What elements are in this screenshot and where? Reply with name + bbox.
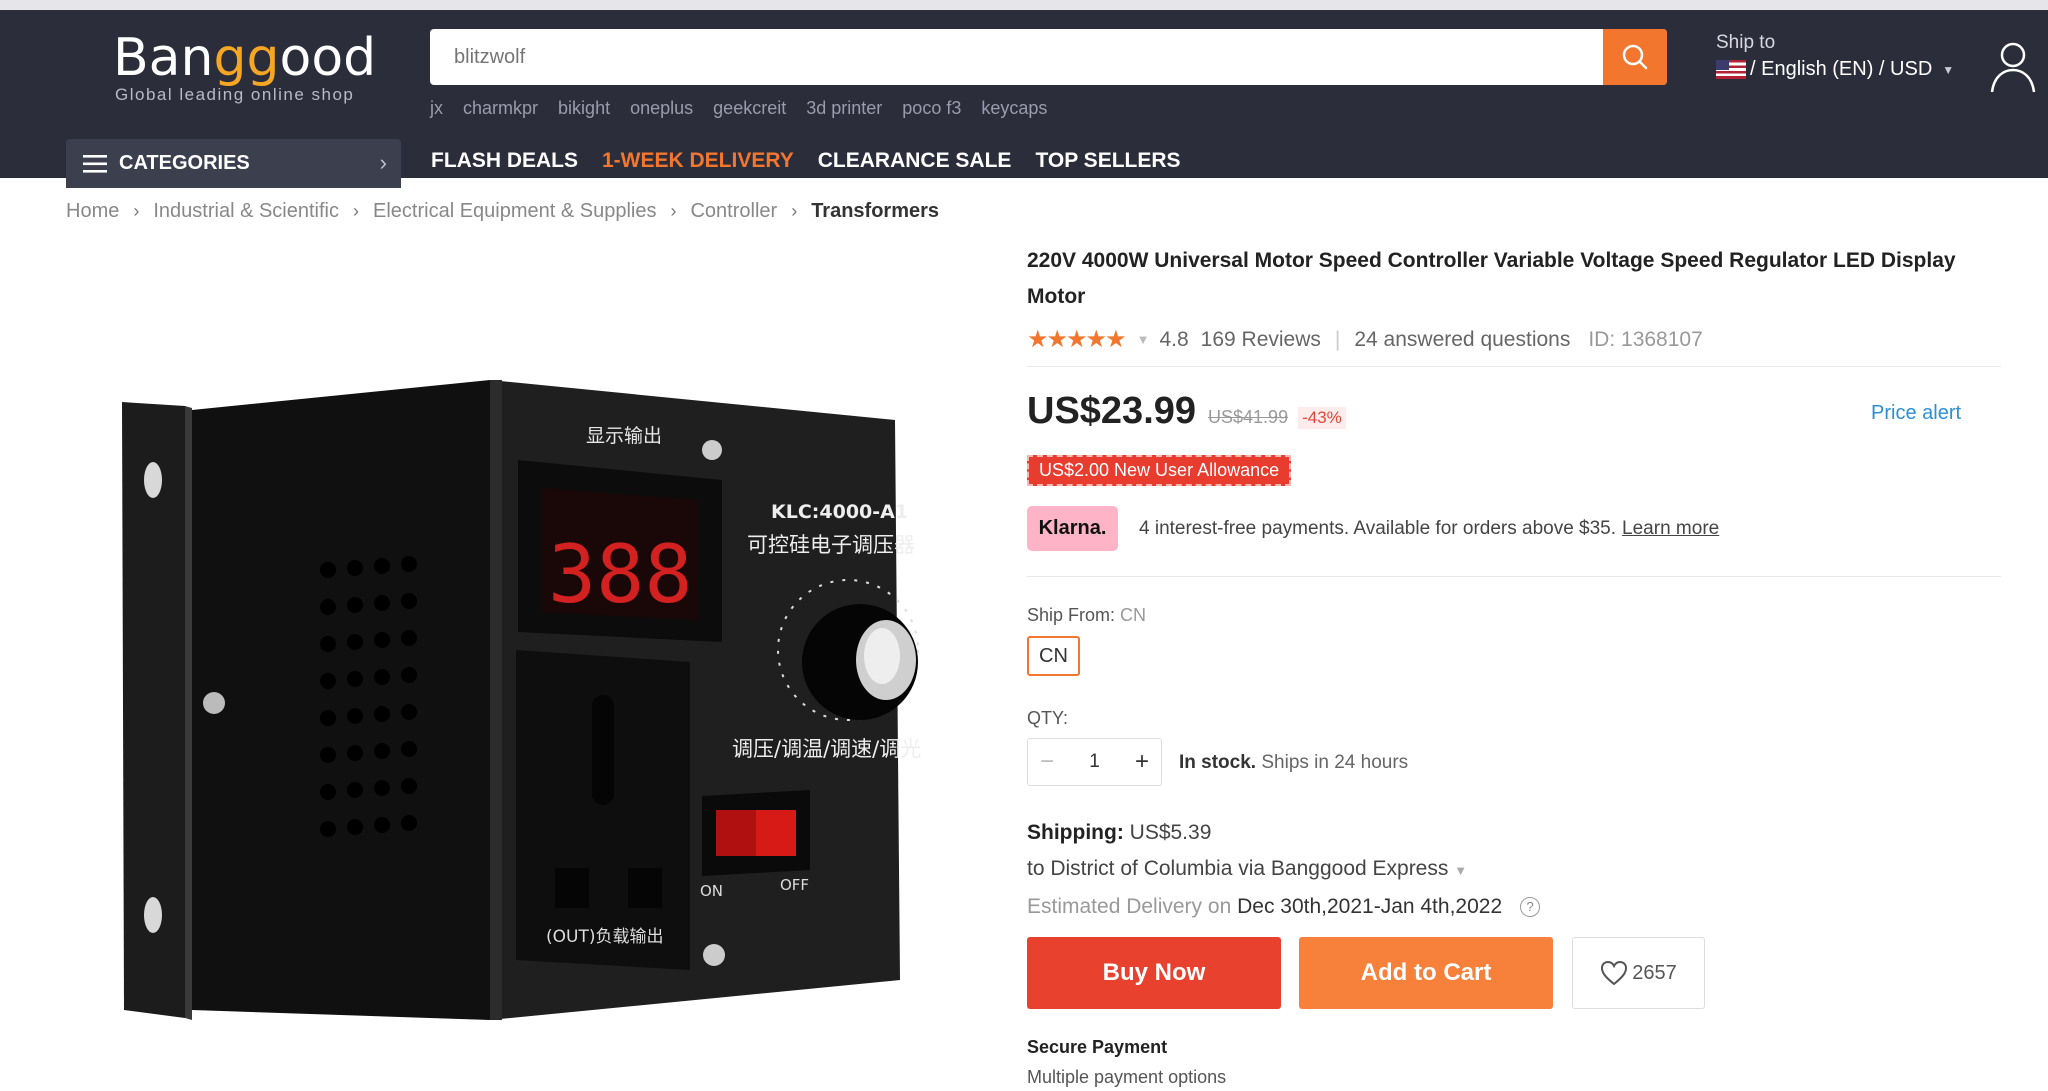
caret-down-icon: ▼ (1942, 62, 1955, 77)
user-icon (1990, 42, 2036, 93)
plus-icon[interactable]: + (1135, 748, 1149, 776)
categories-label: CATEGORIES (119, 152, 250, 174)
locale-text: / English (EN) / USD (1750, 58, 1933, 80)
hot-word[interactable]: bikight (558, 98, 610, 118)
functions-label: 调压/调温/调速/调光 (732, 737, 921, 761)
nav-top-sellers[interactable]: TOP SELLERS (1035, 149, 1180, 173)
questions-link[interactable]: 24 answered questions (1354, 328, 1570, 352)
hot-word[interactable]: poco f3 (902, 98, 961, 118)
search-input[interactable] (430, 29, 1600, 85)
model-label: KLC:4000-A1 (771, 501, 908, 523)
nav-1-week-delivery[interactable]: 1-WEEK DELIVERY (602, 149, 794, 173)
chevron-right-icon: › (670, 201, 677, 221)
wishlist-button[interactable]: 2657 (1572, 937, 1705, 1009)
account-button[interactable] (1988, 38, 2038, 99)
hot-word[interactable]: keycaps (981, 98, 1047, 118)
shipping-info: Shipping: US$5.39 to District of Columbi… (1027, 815, 1541, 925)
add-to-cart-button[interactable]: Add to Cart (1299, 937, 1553, 1009)
search-button[interactable] (1603, 29, 1667, 85)
ship-from-label: Ship From: CN (1027, 605, 1147, 625)
led-readout: 388 (548, 528, 693, 621)
switch-off-label: OFF (780, 876, 809, 894)
wishlist-count: 2657 (1632, 961, 1677, 984)
star-rating-icon: ★★★★★ (1027, 326, 1127, 353)
search-bar (430, 29, 1667, 85)
qty-label: QTY: (1027, 708, 1069, 728)
minus-icon[interactable]: − (1040, 748, 1054, 776)
heart-icon (1601, 960, 1628, 986)
klarna-learn-more-link[interactable]: Learn more (1622, 518, 1719, 540)
price-row: US$23.99 US$41.99 -43% (1027, 390, 1346, 433)
discount-badge: -43% (1298, 407, 1346, 429)
hot-word[interactable]: 3d printer (806, 98, 882, 118)
help-icon[interactable]: ? (1520, 897, 1541, 918)
search-icon (1622, 44, 1648, 70)
ship-from-value: CN (1120, 605, 1147, 625)
rating-row: ★★★★★ ▼ 4.8 169 Reviews | 24 answered qu… (1027, 325, 1703, 354)
shipping-method-selector[interactable]: to District of Columbia via Banggood Exp… (1027, 851, 1540, 889)
delivery-dates: Dec 30th,2021-Jan 4th,2022 (1237, 895, 1503, 918)
hot-word[interactable]: jx (430, 98, 443, 118)
browser-top-strip (0, 0, 2048, 10)
us-flag-icon (1716, 60, 1746, 79)
switch-on-label: ON (700, 882, 723, 900)
main-nav: FLASH DEALS 1-WEEK DELIVERY CLEARANCE SA… (431, 149, 1205, 173)
product-id: ID: 1368107 (1588, 327, 1703, 351)
divider (1027, 366, 2001, 367)
hot-word[interactable]: oneplus (630, 98, 693, 118)
product-image[interactable]: 显示输出 388 KLC:4000-A1 可控硅电子调压器 (OUT)负载输出 … (110, 370, 950, 1035)
payment-options-text: Multiple payment options (1027, 1067, 1227, 1087)
product-title: 220V 4000W Universal Motor Speed Control… (1027, 249, 1956, 308)
output-label: (OUT)负载输出 (546, 927, 663, 947)
current-price: US$23.99 (1027, 390, 1197, 432)
nav-flash-deals[interactable]: FLASH DEALS (431, 149, 578, 173)
quantity-value[interactable]: 1 (1089, 751, 1100, 773)
hot-word[interactable]: charmkpr (463, 98, 538, 118)
caret-down-icon: ▼ (1454, 863, 1468, 878)
quantity-stepper: − 1 + (1027, 738, 1162, 786)
divider (1027, 576, 2001, 577)
buy-now-button[interactable]: Buy Now (1027, 937, 1281, 1009)
nav-clearance-sale[interactable]: CLEARANCE SALE (818, 149, 1012, 173)
device-name-label: 可控硅电子调压器 (747, 533, 915, 557)
display-output-label: 显示输出 (586, 425, 662, 447)
shipping-label: Shipping: (1027, 821, 1124, 844)
breadcrumb-home[interactable]: Home (66, 200, 119, 223)
klarna-row: Klarna. 4 interest-free payments. Availa… (1027, 506, 1719, 551)
logo-tagline: Global leading online shop (115, 85, 355, 104)
original-price: US$41.99 (1208, 407, 1289, 427)
price-alert-link[interactable]: Price alert (1871, 402, 1961, 425)
secure-payment-heading: Secure Payment (1027, 1037, 1168, 1057)
stock-status: In stock. Ships in 24 hours (1179, 752, 1409, 773)
breadcrumb-current: Transformers (811, 200, 940, 222)
new-user-allowance-badge[interactable]: US$2.00 New User Allowance (1027, 455, 1292, 486)
breadcrumb-item[interactable]: Industrial & Scientific (153, 200, 339, 223)
chevron-right-icon: › (353, 201, 359, 221)
klarna-text: 4 interest-free payments. Available for … (1139, 517, 1617, 539)
site-header: Banggood Global leading online shop jx c… (0, 10, 2048, 188)
delivery-label: Estimated Delivery on (1027, 895, 1232, 918)
ship-from-option-cn[interactable]: CN (1027, 636, 1080, 676)
categories-menu[interactable]: CATEGORIES › (66, 139, 401, 188)
hamburger-icon (83, 154, 107, 173)
breadcrumb-item[interactable]: Electrical Equipment & Supplies (373, 200, 656, 223)
chevron-right-icon: › (791, 201, 798, 221)
shipping-cost: US$5.39 (1129, 821, 1212, 844)
breadcrumb-item[interactable]: Controller (690, 200, 777, 223)
chevron-right-icon: › (379, 150, 387, 175)
banggood-logo[interactable]: Banggood (113, 28, 376, 88)
divider: | (1334, 327, 1341, 351)
breadcrumb: Home › Industrial & Scientific › Electrica… (66, 200, 939, 223)
ship-to-selector[interactable]: Ship to / English (EN) / USD ▼ (1716, 32, 1954, 81)
hot-word[interactable]: geekcreit (713, 98, 786, 118)
ship-to-label: Ship to (1716, 32, 1776, 53)
rating-value: 4.8 (1159, 327, 1189, 351)
caret-down-icon[interactable]: ▼ (1137, 332, 1150, 347)
chevron-right-icon: › (133, 201, 140, 221)
klarna-logo: Klarna. (1027, 506, 1118, 551)
reviews-link[interactable]: 169 Reviews (1201, 328, 1321, 352)
hot-search-words: jx charmkpr bikight oneplus geekcreit 3d… (430, 98, 1062, 119)
